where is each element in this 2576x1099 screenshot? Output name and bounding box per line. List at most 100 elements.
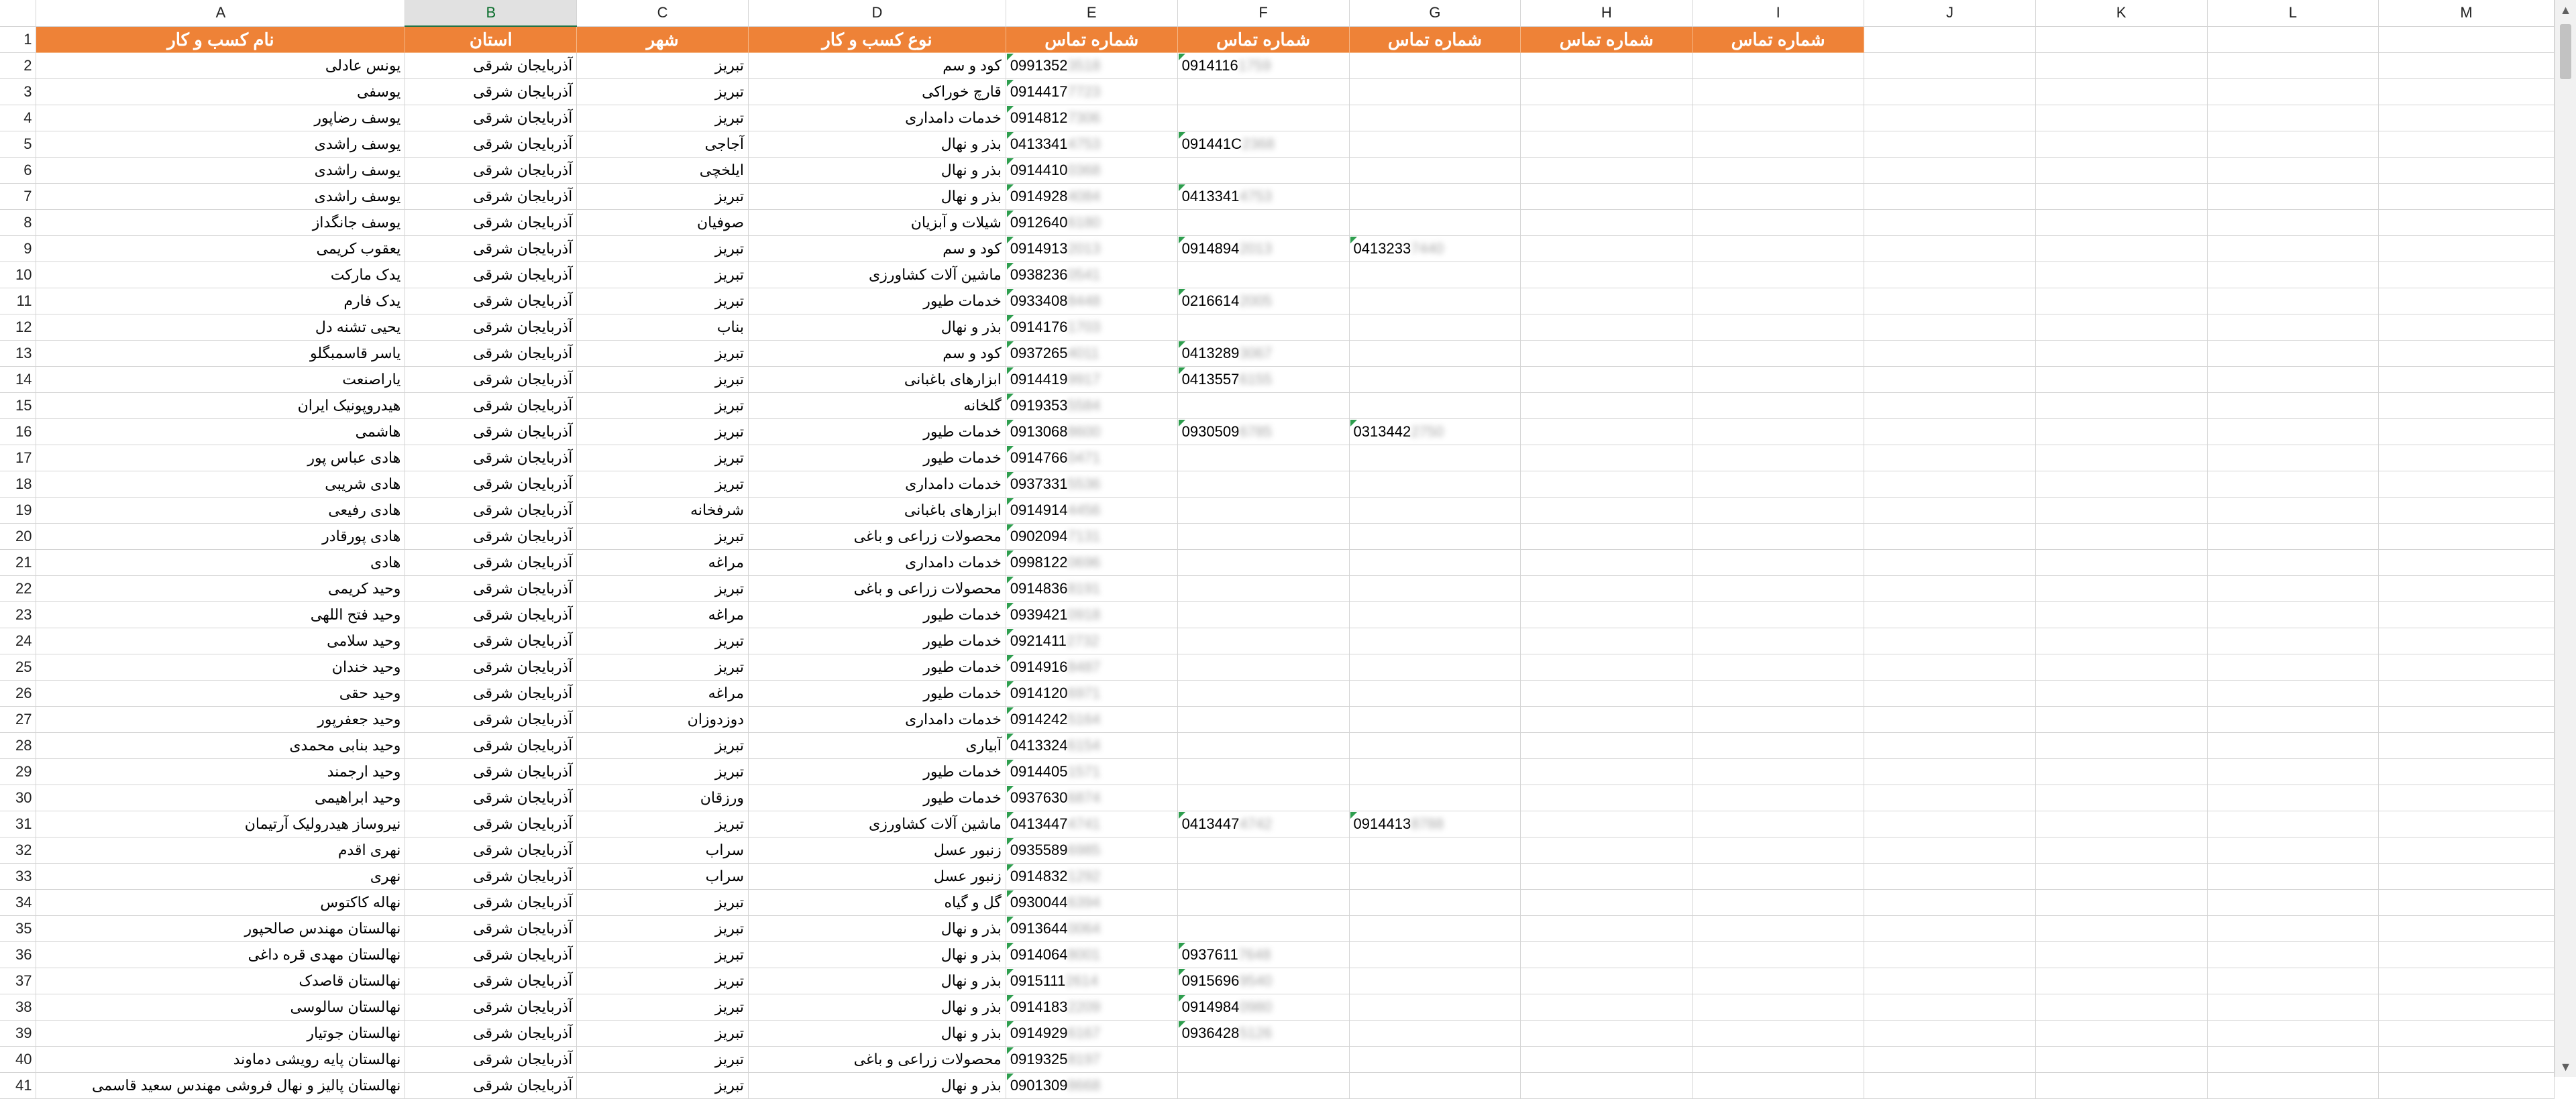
row-number[interactable]: 38 <box>0 994 37 1021</box>
row-number[interactable]: 39 <box>0 1020 37 1047</box>
cell-business-name[interactable]: نهالستان قاصدک <box>36 968 406 994</box>
cell-empty[interactable] <box>2378 575 2555 602</box>
cell-phone-2[interactable] <box>1177 262 1350 288</box>
cell-city[interactable]: تبریز <box>576 105 749 131</box>
cell-phone-1[interactable]: 09144100368 <box>1006 157 1178 184</box>
cell-empty[interactable] <box>2378 157 2555 184</box>
cell-empty[interactable] <box>2378 732 2555 759</box>
cell-phone-2[interactable]: 02166142005 <box>1177 288 1350 314</box>
row-number[interactable]: 23 <box>0 601 37 628</box>
cell-phone-2[interactable]: 09156969540 <box>1177 968 1350 994</box>
cell-empty[interactable] <box>1520 628 1693 654</box>
cell-phone-3[interactable] <box>1349 654 1521 681</box>
cell-phone-3[interactable] <box>1349 209 1521 236</box>
cell-city[interactable]: تبریز <box>576 523 749 550</box>
cell-empty[interactable] <box>1864 314 2036 341</box>
cell-city[interactable]: تبریز <box>576 445 749 471</box>
cell-phone-1[interactable]: 09334088448 <box>1006 288 1178 314</box>
cell-business-type[interactable]: محصولات زراعی و باغی <box>748 575 1006 602</box>
cell-business-type[interactable]: گلخانه <box>748 392 1006 419</box>
header-business-type[interactable]: نوع کسب و کار <box>748 26 1006 53</box>
cell-phone-1[interactable]: 09151112614 <box>1006 968 1178 994</box>
cell-empty[interactable] <box>1520 157 1693 184</box>
cell-empty[interactable] <box>2035 628 2208 654</box>
cell-empty[interactable] <box>2207 314 2379 341</box>
cell-business-name[interactable]: هادی رفیعی <box>36 497 406 524</box>
row-number[interactable]: 16 <box>0 418 37 445</box>
cell-phone-1[interactable]: 04133414753 <box>1006 131 1178 158</box>
cell-empty[interactable] <box>2378 209 2555 236</box>
cell-city[interactable]: تبریز <box>576 968 749 994</box>
cell-empty[interactable] <box>1520 183 1693 210</box>
cell-phone-1[interactable]: 09140648001 <box>1006 941 1178 968</box>
cell-province[interactable]: آذربایجان شرقی <box>405 523 578 550</box>
cell-phone-1[interactable]: 09013098668 <box>1006 1072 1178 1099</box>
cell-empty[interactable] <box>2035 863 2208 890</box>
cell-empty[interactable] <box>1864 262 2036 288</box>
cell-empty[interactable] <box>2378 654 2555 681</box>
cell-phone-1[interactable]: 09148368191 <box>1006 575 1178 602</box>
cell-business-type[interactable]: خدمات طیور <box>748 680 1006 707</box>
row-number[interactable]: 14 <box>0 366 37 393</box>
cell-city[interactable]: تبریز <box>576 52 749 79</box>
cell-empty[interactable] <box>2378 52 2555 79</box>
cell-empty[interactable] <box>1692 706 1865 733</box>
cell-province[interactable]: آذربایجان شرقی <box>405 601 578 628</box>
cell-empty[interactable] <box>1692 183 1865 210</box>
row-number[interactable]: 11 <box>0 288 37 314</box>
cell-empty[interactable] <box>1692 941 1865 968</box>
cell-empty[interactable] <box>2207 26 2379 53</box>
cell-business-type[interactable]: کود و سم <box>748 235 1006 262</box>
row-number[interactable]: 24 <box>0 628 37 654</box>
cell-business-name[interactable]: نهالستان جوتیار <box>36 1020 406 1047</box>
cell-empty[interactable] <box>2378 785 2555 811</box>
column-header-e[interactable]: E <box>1006 0 1178 27</box>
cell-empty[interactable] <box>2207 968 2379 994</box>
cell-phone-3[interactable] <box>1349 1046 1521 1073</box>
cell-empty[interactable] <box>1692 471 1865 498</box>
cell-business-type[interactable]: شیلات و آبزیان <box>748 209 1006 236</box>
cell-city[interactable]: مراغه <box>576 680 749 707</box>
cell-phone-1[interactable]: 09382360541 <box>1006 262 1178 288</box>
cell-phone-3[interactable] <box>1349 941 1521 968</box>
cell-phone-2[interactable] <box>1177 314 1350 341</box>
row-number[interactable]: 35 <box>0 915 37 942</box>
cell-empty[interactable] <box>2035 1046 2208 1073</box>
cell-empty[interactable] <box>1864 105 2036 131</box>
cell-business-name[interactable]: وحید سلامی <box>36 628 406 654</box>
cell-phone-2[interactable]: 04135576155 <box>1177 366 1350 393</box>
cell-phone-1[interactable]: 09141832209 <box>1006 994 1178 1021</box>
cell-phone-3[interactable] <box>1349 549 1521 576</box>
cell-province[interactable]: آذربایجان شرقی <box>405 52 578 79</box>
cell-empty[interactable] <box>1864 654 2036 681</box>
row-number[interactable]: 36 <box>0 941 37 968</box>
cell-empty[interactable] <box>1692 314 1865 341</box>
cell-phone-2[interactable] <box>1177 732 1350 759</box>
cell-business-name[interactable]: هادی پورقادر <box>36 523 406 550</box>
cell-empty[interactable] <box>1692 392 1865 419</box>
cell-empty[interactable] <box>2378 235 2555 262</box>
cell-province[interactable]: آذربایجان شرقی <box>405 680 578 707</box>
cell-empty[interactable] <box>2378 889 2555 916</box>
cell-empty[interactable] <box>1692 889 1865 916</box>
cell-phone-1[interactable]: 09913523518 <box>1006 52 1178 79</box>
cell-province[interactable]: آذربایجان شرقی <box>405 915 578 942</box>
cell-phone-1[interactable]: 09149284084 <box>1006 183 1178 210</box>
cell-business-name[interactable]: هادی <box>36 549 406 576</box>
cell-province[interactable]: آذربایجان شرقی <box>405 758 578 785</box>
cell-empty[interactable] <box>1692 680 1865 707</box>
cell-province[interactable]: آذربایجان شرقی <box>405 994 578 1021</box>
cell-empty[interactable] <box>1692 811 1865 837</box>
cell-phone-1[interactable]: 09193258197 <box>1006 1046 1178 1073</box>
cell-empty[interactable] <box>2207 811 2379 837</box>
cell-city[interactable]: سراب <box>576 863 749 890</box>
cell-phone-3[interactable] <box>1349 497 1521 524</box>
cell-phone-3[interactable] <box>1349 968 1521 994</box>
cell-province[interactable]: آذربایجان شرقی <box>405 654 578 681</box>
cell-empty[interactable] <box>1864 26 2036 53</box>
scroll-down-arrow-icon[interactable]: ▼ <box>2555 1057 2576 1077</box>
cell-empty[interactable] <box>1520 549 1693 576</box>
column-header-d[interactable]: D <box>748 0 1006 27</box>
cell-empty[interactable] <box>1520 811 1693 837</box>
cell-empty[interactable] <box>1864 523 2036 550</box>
